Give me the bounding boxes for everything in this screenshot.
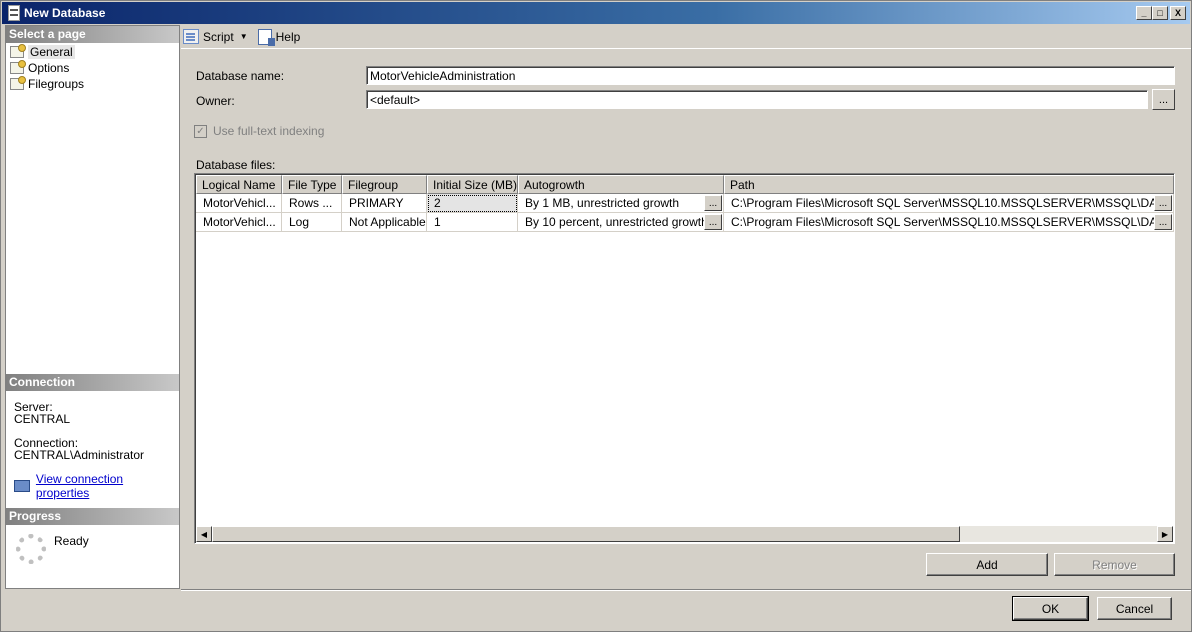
minimize-icon: _ bbox=[1141, 7, 1147, 18]
cell-filegroup[interactable]: PRIMARY bbox=[342, 194, 427, 213]
cell-path[interactable]: C:\Program Files\Microsoft SQL Server\MS… bbox=[724, 194, 1174, 213]
page-icon bbox=[10, 75, 26, 90]
owner-input[interactable]: <default> bbox=[366, 90, 1148, 109]
view-connection-properties[interactable]: View connection properties bbox=[14, 472, 179, 500]
autogrowth-edit-button[interactable]: ... bbox=[704, 214, 722, 230]
help-icon bbox=[257, 28, 275, 46]
chevron-down-icon[interactable]: ▼ bbox=[240, 32, 248, 41]
col-initial-size[interactable]: Initial Size (MB) bbox=[427, 175, 518, 194]
progress-spinner-icon bbox=[16, 534, 46, 564]
autogrowth-value: By 10 percent, unrestricted growth bbox=[525, 215, 708, 229]
new-database-dialog: New Database _ □ X Select a page General… bbox=[0, 0, 1192, 632]
scroll-left-icon[interactable]: ◀ bbox=[196, 526, 212, 542]
cell-initial-size[interactable]: 1 bbox=[427, 213, 518, 232]
cell-file-type[interactable]: Rows ... bbox=[282, 194, 342, 213]
col-file-type[interactable]: File Type bbox=[282, 175, 342, 194]
autogrowth-edit-button[interactable]: ... bbox=[704, 195, 722, 211]
database-name-label: Database name: bbox=[196, 69, 285, 83]
close-icon: X bbox=[1174, 7, 1181, 18]
database-icon bbox=[8, 5, 20, 21]
owner-browse-button[interactable]: ... bbox=[1152, 89, 1175, 110]
col-autogrowth[interactable]: Autogrowth bbox=[518, 175, 724, 194]
view-connection-properties-link[interactable]: View connection properties bbox=[36, 472, 179, 500]
progress-header: Progress bbox=[6, 508, 179, 525]
script-label: Script bbox=[203, 29, 234, 44]
cell-path[interactable]: C:\Program Files\Microsoft SQL Server\MS… bbox=[724, 213, 1174, 232]
connection-header: Connection bbox=[6, 374, 179, 391]
title-bar: New Database _ □ X bbox=[2, 2, 1190, 24]
cell-logical-name[interactable]: MotorVehicl... bbox=[196, 194, 282, 213]
page-icon bbox=[10, 59, 26, 74]
add-button[interactable]: Add bbox=[926, 553, 1048, 576]
grid-header: Logical Name File Type Filegroup Initial… bbox=[196, 175, 1174, 194]
window-controls: _ □ X bbox=[1136, 6, 1186, 20]
progress-status: Ready bbox=[54, 534, 89, 548]
window-title: New Database bbox=[24, 6, 106, 20]
connection-properties-icon bbox=[14, 480, 30, 492]
page-item-options[interactable]: Options bbox=[10, 59, 70, 75]
select-page-header: Select a page bbox=[6, 26, 179, 43]
page-icon bbox=[10, 43, 26, 58]
toolbar: Script ▼ Help bbox=[181, 25, 1191, 49]
horizontal-scrollbar[interactable]: ◀ ▶ bbox=[196, 526, 1173, 542]
connection-value: CENTRAL\Administrator bbox=[14, 448, 145, 462]
cancel-button[interactable]: Cancel bbox=[1097, 597, 1172, 620]
col-path[interactable]: Path bbox=[724, 175, 1174, 194]
path-value: C:\Program Files\Microsoft SQL Server\MS… bbox=[731, 196, 1171, 210]
page-item-label: Filegroups bbox=[28, 76, 85, 91]
script-icon bbox=[183, 29, 199, 44]
cell-file-type[interactable]: Log bbox=[282, 213, 342, 232]
server-value: CENTRAL bbox=[14, 412, 71, 426]
maximize-icon: □ bbox=[1157, 7, 1163, 18]
path-browse-button[interactable]: ... bbox=[1154, 214, 1172, 230]
help-label: Help bbox=[275, 29, 301, 44]
database-name-input[interactable]: MotorVehicleAdministration bbox=[366, 66, 1175, 85]
fulltext-indexing-checkbox[interactable]: ✓ bbox=[194, 124, 207, 138]
cell-logical-name[interactable]: MotorVehicl... bbox=[196, 213, 282, 232]
path-value: C:\Program Files\Microsoft SQL Server\MS… bbox=[731, 215, 1171, 229]
col-logical-name[interactable]: Logical Name bbox=[196, 175, 282, 194]
owner-label: Owner: bbox=[196, 94, 235, 108]
col-filegroup[interactable]: Filegroup bbox=[342, 175, 427, 194]
cell-autogrowth[interactable]: By 10 percent, unrestricted growth ... bbox=[518, 213, 724, 232]
left-pane: Select a page General Options Filegroups… bbox=[5, 25, 180, 589]
page-item-label: General bbox=[28, 44, 75, 59]
help-button[interactable]: Help bbox=[257, 28, 301, 46]
page-item-label: Options bbox=[28, 60, 70, 75]
fulltext-indexing-label: Use full-text indexing bbox=[213, 124, 325, 138]
remove-button[interactable]: Remove bbox=[1054, 553, 1175, 576]
path-browse-button[interactable]: ... bbox=[1154, 195, 1172, 211]
ok-button[interactable]: OK bbox=[1012, 596, 1089, 621]
scroll-right-icon[interactable]: ▶ bbox=[1157, 526, 1173, 542]
separator bbox=[181, 589, 1191, 591]
cell-filegroup[interactable]: Not Applicable bbox=[342, 213, 427, 232]
maximize-button[interactable]: □ bbox=[1152, 6, 1168, 20]
autogrowth-value: By 1 MB, unrestricted growth bbox=[525, 196, 680, 210]
minimize-button[interactable]: _ bbox=[1136, 6, 1152, 20]
scroll-thumb[interactable] bbox=[212, 526, 960, 542]
database-files-grid: Logical Name File Type Filegroup Initial… bbox=[194, 173, 1175, 544]
table-row[interactable]: MotorVehicl... Rows ... PRIMARY 2 By 1 M… bbox=[196, 194, 1174, 213]
table-row[interactable]: MotorVehicl... Log Not Applicable 1 By 1… bbox=[196, 213, 1174, 232]
close-button[interactable]: X bbox=[1170, 6, 1186, 20]
script-button[interactable]: Script ▼ bbox=[183, 29, 248, 44]
page-item-general[interactable]: General bbox=[10, 43, 75, 59]
fulltext-indexing-option[interactable]: ✓ Use full-text indexing bbox=[194, 124, 324, 138]
database-files-label: Database files: bbox=[196, 158, 276, 172]
cell-autogrowth[interactable]: By 1 MB, unrestricted growth ... bbox=[518, 194, 724, 213]
page-item-filegroups[interactable]: Filegroups bbox=[10, 75, 85, 91]
cell-initial-size[interactable]: 2 bbox=[427, 194, 518, 213]
